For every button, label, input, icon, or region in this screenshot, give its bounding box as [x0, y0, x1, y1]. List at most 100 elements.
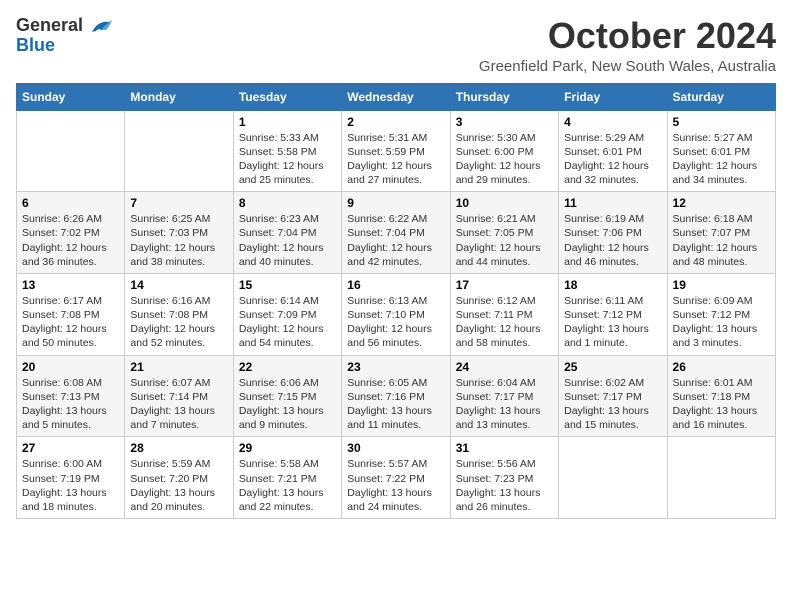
day-cell: 15Sunrise: 6:14 AM Sunset: 7:09 PM Dayli…: [233, 273, 341, 355]
day-cell: 6Sunrise: 6:26 AM Sunset: 7:02 PM Daylig…: [17, 192, 125, 274]
day-cell: 21 Sunrise: 6:07 AM Sunset: 7:14 PM Dayli…: [125, 355, 233, 437]
day-cell: 10 Sunrise: 6:21 AM Sunset: 7:05 PM Dayli…: [450, 192, 558, 274]
day-cell: 22Sunrise: 6:06 AM Sunset: 7:15 PM Dayli…: [233, 355, 341, 437]
day-cell: 12 Sunrise: 6:18 AM Sunset: 7:07 PM Dayli…: [667, 192, 775, 274]
day-cell: 30Sunrise: 5:57 AM Sunset: 7:22 PM Dayli…: [342, 437, 450, 519]
day-cell: 26Sunrise: 6:01 AM Sunset: 7:18 PM Dayli…: [667, 355, 775, 437]
day-number: 17: [456, 278, 553, 292]
day-number: 10: [456, 196, 553, 210]
day-number: 8: [239, 196, 336, 210]
day-info: Sunrise: 6:14 AM Sunset: 7:09 PM Dayligh…: [239, 294, 336, 351]
day-cell: 4 Sunrise: 5:29 AM Sunset: 6:01 PM Daylig…: [559, 110, 667, 192]
day-number: 9: [347, 196, 444, 210]
day-info: Sunrise: 5:27 AM Sunset: 6:01 PM Dayligh…: [673, 131, 770, 188]
day-number: 24: [456, 360, 553, 374]
day-number: 6: [22, 196, 119, 210]
header-cell-thursday: Thursday: [450, 83, 558, 110]
week-row-4: 20Sunrise: 6:08 AM Sunset: 7:13 PM Dayli…: [17, 355, 776, 437]
day-cell: 24 Sunrise: 6:04 AM Sunset: 7:17 PM Dayli…: [450, 355, 558, 437]
day-number: 1: [239, 115, 336, 129]
day-cell: 9 Sunrise: 6:22 AM Sunset: 7:04 PM Daylig…: [342, 192, 450, 274]
week-row-1: 1Sunrise: 5:33 AM Sunset: 5:58 PM Daylig…: [17, 110, 776, 192]
day-info: Sunrise: 6:04 AM Sunset: 7:17 PM Dayligh…: [456, 376, 553, 433]
week-row-2: 6Sunrise: 6:26 AM Sunset: 7:02 PM Daylig…: [17, 192, 776, 274]
day-info: Sunrise: 6:12 AM Sunset: 7:11 PM Dayligh…: [456, 294, 553, 351]
logo-blue-text: Blue: [16, 35, 55, 55]
month-title: October 2024: [479, 16, 776, 56]
day-number: 7: [130, 196, 227, 210]
header-row: SundayMondayTuesdayWednesdayThursdayFrid…: [17, 83, 776, 110]
day-number: 25: [564, 360, 661, 374]
day-cell: 14 Sunrise: 6:16 AM Sunset: 7:08 PM Dayli…: [125, 273, 233, 355]
day-number: 27: [22, 441, 119, 455]
day-info: Sunrise: 5:30 AM Sunset: 6:00 PM Dayligh…: [456, 131, 553, 188]
day-info: Sunrise: 6:22 AM Sunset: 7:04 PM Dayligh…: [347, 212, 444, 269]
day-cell: 7Sunrise: 6:25 AM Sunset: 7:03 PM Daylig…: [125, 192, 233, 274]
day-cell: [125, 110, 233, 192]
day-number: 13: [22, 278, 119, 292]
day-cell: [559, 437, 667, 519]
day-number: 21: [130, 360, 227, 374]
day-cell: 3 Sunrise: 5:30 AM Sunset: 6:00 PM Daylig…: [450, 110, 558, 192]
day-number: 4: [564, 115, 661, 129]
day-info: Sunrise: 6:09 AM Sunset: 7:12 PM Dayligh…: [673, 294, 770, 351]
day-number: 12: [673, 196, 770, 210]
day-info: Sunrise: 5:59 AM Sunset: 7:20 PM Dayligh…: [130, 457, 227, 514]
calendar-header: SundayMondayTuesdayWednesdayThursdayFrid…: [17, 83, 776, 110]
logo-general-text: General: [16, 15, 83, 35]
calendar-body: 1Sunrise: 5:33 AM Sunset: 5:58 PM Daylig…: [17, 110, 776, 518]
day-info: Sunrise: 6:21 AM Sunset: 7:05 PM Dayligh…: [456, 212, 553, 269]
day-number: 18: [564, 278, 661, 292]
page-header: General Blue October 2024 Greenfield Par…: [16, 16, 776, 75]
day-cell: 16Sunrise: 6:13 AM Sunset: 7:10 PM Dayli…: [342, 273, 450, 355]
logo: General Blue: [16, 16, 112, 56]
day-cell: 8 Sunrise: 6:23 AM Sunset: 7:04 PM Daylig…: [233, 192, 341, 274]
day-info: Sunrise: 6:08 AM Sunset: 7:13 PM Dayligh…: [22, 376, 119, 433]
calendar-table: SundayMondayTuesdayWednesdayThursdayFrid…: [16, 83, 776, 519]
week-row-3: 13 Sunrise: 6:17 AM Sunset: 7:08 PM Dayli…: [17, 273, 776, 355]
day-number: 3: [456, 115, 553, 129]
day-cell: 27 Sunrise: 6:00 AM Sunset: 7:19 PM Dayli…: [17, 437, 125, 519]
day-cell: 23Sunrise: 6:05 AM Sunset: 7:16 PM Dayli…: [342, 355, 450, 437]
header-cell-tuesday: Tuesday: [233, 83, 341, 110]
header-cell-friday: Friday: [559, 83, 667, 110]
day-cell: 5 Sunrise: 5:27 AM Sunset: 6:01 PM Daylig…: [667, 110, 775, 192]
day-cell: 19Sunrise: 6:09 AM Sunset: 7:12 PM Dayli…: [667, 273, 775, 355]
day-cell: 11Sunrise: 6:19 AM Sunset: 7:06 PM Dayli…: [559, 192, 667, 274]
day-number: 31: [456, 441, 553, 455]
day-cell: [17, 110, 125, 192]
header-cell-sunday: Sunday: [17, 83, 125, 110]
day-number: 14: [130, 278, 227, 292]
day-number: 5: [673, 115, 770, 129]
day-cell: 28 Sunrise: 5:59 AM Sunset: 7:20 PM Dayli…: [125, 437, 233, 519]
day-info: Sunrise: 5:56 AM Sunset: 7:23 PM Dayligh…: [456, 457, 553, 514]
day-info: Sunrise: 6:05 AM Sunset: 7:16 PM Dayligh…: [347, 376, 444, 433]
day-info: Sunrise: 6:06 AM Sunset: 7:15 PM Dayligh…: [239, 376, 336, 433]
day-cell: 31 Sunrise: 5:56 AM Sunset: 7:23 PM Dayli…: [450, 437, 558, 519]
day-cell: 17 Sunrise: 6:12 AM Sunset: 7:11 PM Dayli…: [450, 273, 558, 355]
day-info: Sunrise: 6:18 AM Sunset: 7:07 PM Dayligh…: [673, 212, 770, 269]
day-info: Sunrise: 5:58 AM Sunset: 7:21 PM Dayligh…: [239, 457, 336, 514]
header-cell-monday: Monday: [125, 83, 233, 110]
day-info: Sunrise: 6:02 AM Sunset: 7:17 PM Dayligh…: [564, 376, 661, 433]
day-info: Sunrise: 6:00 AM Sunset: 7:19 PM Dayligh…: [22, 457, 119, 514]
day-cell: 2Sunrise: 5:31 AM Sunset: 5:59 PM Daylig…: [342, 110, 450, 192]
day-cell: 18 Sunrise: 6:11 AM Sunset: 7:12 PM Dayli…: [559, 273, 667, 355]
day-info: Sunrise: 6:11 AM Sunset: 7:12 PM Dayligh…: [564, 294, 661, 351]
week-row-5: 27 Sunrise: 6:00 AM Sunset: 7:19 PM Dayli…: [17, 437, 776, 519]
header-cell-wednesday: Wednesday: [342, 83, 450, 110]
day-number: 11: [564, 196, 661, 210]
day-info: Sunrise: 6:23 AM Sunset: 7:04 PM Dayligh…: [239, 212, 336, 269]
day-info: Sunrise: 6:16 AM Sunset: 7:08 PM Dayligh…: [130, 294, 227, 351]
day-info: Sunrise: 6:07 AM Sunset: 7:14 PM Dayligh…: [130, 376, 227, 433]
day-info: Sunrise: 5:29 AM Sunset: 6:01 PM Dayligh…: [564, 131, 661, 188]
day-info: Sunrise: 6:01 AM Sunset: 7:18 PM Dayligh…: [673, 376, 770, 433]
location-title: Greenfield Park, New South Wales, Austra…: [479, 58, 776, 75]
day-cell: 29Sunrise: 5:58 AM Sunset: 7:21 PM Dayli…: [233, 437, 341, 519]
logo-bird-icon: [90, 18, 112, 36]
day-number: 28: [130, 441, 227, 455]
day-number: 30: [347, 441, 444, 455]
day-info: Sunrise: 5:31 AM Sunset: 5:59 PM Dayligh…: [347, 131, 444, 188]
day-info: Sunrise: 6:17 AM Sunset: 7:08 PM Dayligh…: [22, 294, 119, 351]
day-cell: 25 Sunrise: 6:02 AM Sunset: 7:17 PM Dayli…: [559, 355, 667, 437]
